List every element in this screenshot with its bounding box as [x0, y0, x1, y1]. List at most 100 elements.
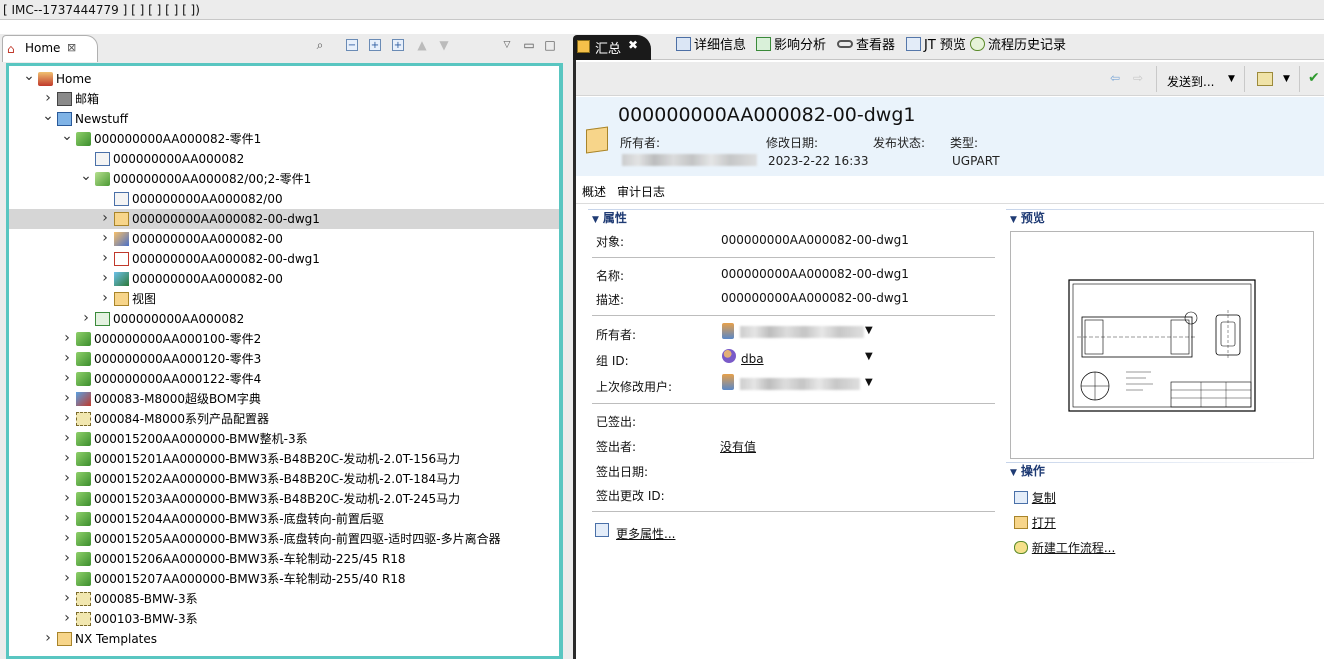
- tab-impact-analysis[interactable]: 影响分析: [756, 36, 826, 58]
- expand-arrow-icon[interactable]: ›: [61, 449, 73, 468]
- group-id-link[interactable]: dba: [741, 352, 764, 366]
- collapse-arrow-icon[interactable]: ⌄: [42, 109, 54, 123]
- tab-home[interactable]: ⌂ Home ⊠: [2, 35, 98, 62]
- workflow-icon[interactable]: [1257, 72, 1273, 86]
- tree-row[interactable]: › 邮箱: [9, 89, 559, 109]
- collapse-all-icon[interactable]: −: [346, 39, 358, 51]
- expand-arrow-icon[interactable]: ›: [61, 589, 73, 608]
- tree-row[interactable]: › 000084-M8000系列产品配置器: [9, 409, 559, 429]
- close-tab-icon[interactable]: ⊠: [67, 41, 76, 54]
- expand-arrow-icon[interactable]: ›: [61, 349, 73, 368]
- expand-arrow-icon[interactable]: ›: [61, 549, 73, 568]
- navigator-tree[interactable]: ⌄ Home › 邮箱 ⌄ Newstuff ⌄ 000000000AA000082-零件1 0…: [6, 63, 563, 659]
- checkmark-icon[interactable]: ✔: [1308, 70, 1320, 86]
- collapse-arrow-icon[interactable]: ⌄: [23, 69, 35, 83]
- expand-arrow-icon[interactable]: ›: [99, 249, 111, 268]
- tree-row[interactable]: ⌄ Home: [9, 69, 559, 89]
- tree-row[interactable]: › 000015205AA000000-BMW3系-底盘转向-前置四驱-适时四驱-…: [9, 529, 559, 549]
- tree-row[interactable]: ⌄ 000000000AA000082/00;2-零件1: [9, 169, 559, 189]
- expand-all-icon[interactable]: +: [392, 39, 404, 51]
- tree-row[interactable]: › 000000000AA000120-零件3: [9, 349, 559, 369]
- forward-arrow-icon[interactable]: ⇨: [1133, 71, 1143, 85]
- tree-row[interactable]: 000000000AA000082/00: [9, 189, 559, 209]
- last-modified-dropdown-icon[interactable]: ▼: [865, 377, 873, 388]
- expand-arrow-icon[interactable]: ›: [61, 389, 73, 408]
- expand-arrow-icon[interactable]: ›: [80, 309, 92, 328]
- expand-arrow-icon[interactable]: ›: [99, 229, 111, 248]
- tab-summary[interactable]: 汇总 ✖: [573, 35, 651, 60]
- drawing-preview[interactable]: [1010, 231, 1314, 459]
- panel-splitter[interactable]: [564, 34, 573, 659]
- tree-row[interactable]: › 000015203AA000000-BMW3系-B48B20C-发动机-2.0…: [9, 489, 559, 509]
- close-tab-icon[interactable]: ✖: [628, 38, 638, 52]
- chevron-down-icon[interactable]: ▼: [1283, 74, 1290, 84]
- collapse-arrow-icon[interactable]: ⌄: [61, 129, 73, 143]
- minimize-icon[interactable]: ▭: [522, 38, 536, 52]
- tree-row[interactable]: › 000015201AA000000-BMW3系-B48B20C-发动机-2.0…: [9, 449, 559, 469]
- tree-row[interactable]: 000000000AA000082: [9, 149, 559, 169]
- tree-row[interactable]: › 000015206AA000000-BMW3系-车轮制动-225/45 R18: [9, 549, 559, 569]
- tree-row[interactable]: ⌄ 000000000AA000082-零件1: [9, 129, 559, 149]
- down-arrow-icon[interactable]: ▼: [437, 38, 451, 52]
- expand-arrow-icon[interactable]: ›: [42, 89, 54, 108]
- tree-row[interactable]: › 000000000AA000082-00-dwg1: [9, 209, 559, 229]
- properties-header[interactable]: ▼ 属性: [592, 210, 627, 226]
- expand-arrow-icon[interactable]: ›: [61, 329, 73, 348]
- tree-row[interactable]: › 000015204AA000000-BMW3系-底盘转向-前置后驱: [9, 509, 559, 529]
- tree-row[interactable]: › 000015200AA000000-BMW整机-3系: [9, 429, 559, 449]
- actions-header[interactable]: ▼ 操作: [1010, 463, 1045, 479]
- tree-row[interactable]: › 000000000AA000122-零件4: [9, 369, 559, 389]
- tree-row[interactable]: › 000083-M8000超级BOM字典: [9, 389, 559, 409]
- tree-row[interactable]: › 000000000AA000082-00: [9, 229, 559, 249]
- expand-arrow-icon[interactable]: ›: [61, 509, 73, 528]
- new-workflow-action[interactable]: 新建工作流程...: [1014, 539, 1115, 556]
- tree-row[interactable]: › 视图: [9, 289, 559, 309]
- tree-row[interactable]: › 000085-BMW-3系: [9, 589, 559, 609]
- tree-row[interactable]: › 000103-BMW-3系: [9, 609, 559, 629]
- tab-viewer[interactable]: 查看器: [837, 36, 895, 58]
- tab-audit-log[interactable]: 审计日志: [617, 183, 665, 200]
- expand-arrow-icon[interactable]: ›: [61, 469, 73, 488]
- tree-row[interactable]: › 000015207AA000000-BMW3系-车轮制动-255/40 R18: [9, 569, 559, 589]
- tab-process-history[interactable]: 流程历史记录: [970, 36, 1066, 58]
- expand-icon[interactable]: +: [369, 39, 381, 51]
- search-icon[interactable]: ⌕: [313, 38, 327, 52]
- send-to-button[interactable]: 发送到...: [1167, 73, 1214, 90]
- tree-row[interactable]: › 000000000AA000082-00-dwg1: [9, 249, 559, 269]
- expand-arrow-icon[interactable]: ›: [42, 629, 54, 648]
- tab-overview[interactable]: 概述: [582, 183, 606, 200]
- expand-arrow-icon[interactable]: ›: [61, 429, 73, 448]
- expand-arrow-icon[interactable]: ›: [99, 209, 111, 228]
- back-arrow-icon[interactable]: ⇦: [1110, 71, 1120, 85]
- tree-row[interactable]: › NX Templates: [9, 629, 559, 649]
- expand-arrow-icon[interactable]: ›: [61, 409, 73, 428]
- open-action[interactable]: 打开: [1014, 514, 1056, 531]
- tree-row[interactable]: › 000000000AA000100-零件2: [9, 329, 559, 349]
- expand-arrow-icon[interactable]: ›: [61, 609, 73, 628]
- expand-arrow-icon[interactable]: ›: [61, 489, 73, 508]
- chevron-down-icon[interactable]: ▼: [1228, 74, 1235, 84]
- more-properties-link[interactable]: 更多属性...: [616, 525, 675, 542]
- copy-link[interactable]: 复制: [1032, 491, 1056, 505]
- open-link[interactable]: 打开: [1032, 516, 1056, 530]
- expand-arrow-icon[interactable]: ›: [61, 369, 73, 388]
- tree-row[interactable]: ⌄ Newstuff: [9, 109, 559, 129]
- group-dropdown-icon[interactable]: ▼: [865, 351, 873, 362]
- up-arrow-icon[interactable]: ▲: [415, 38, 429, 52]
- tree-row[interactable]: › 000015202AA000000-BMW3系-B48B20C-发动机-2.0…: [9, 469, 559, 489]
- tree-row[interactable]: › 000000000AA000082: [9, 309, 559, 329]
- checked-out-by-link[interactable]: 没有值: [720, 438, 756, 455]
- tree-row[interactable]: › 000000000AA000082-00: [9, 269, 559, 289]
- owner-dropdown-icon[interactable]: ▼: [865, 325, 873, 336]
- expand-arrow-icon[interactable]: ›: [99, 289, 111, 308]
- view-menu-icon[interactable]: ▽: [500, 38, 514, 52]
- tab-jt-preview[interactable]: JT 预览: [906, 36, 966, 58]
- copy-action[interactable]: 复制: [1014, 489, 1056, 506]
- new-workflow-link[interactable]: 新建工作流程...: [1032, 541, 1115, 555]
- collapse-arrow-icon[interactable]: ⌄: [80, 169, 92, 183]
- expand-arrow-icon[interactable]: ›: [61, 529, 73, 548]
- expand-arrow-icon[interactable]: ›: [99, 269, 111, 288]
- maximize-icon[interactable]: □: [543, 38, 557, 52]
- expand-arrow-icon[interactable]: ›: [61, 569, 73, 588]
- preview-header[interactable]: ▼ 预览: [1010, 210, 1045, 226]
